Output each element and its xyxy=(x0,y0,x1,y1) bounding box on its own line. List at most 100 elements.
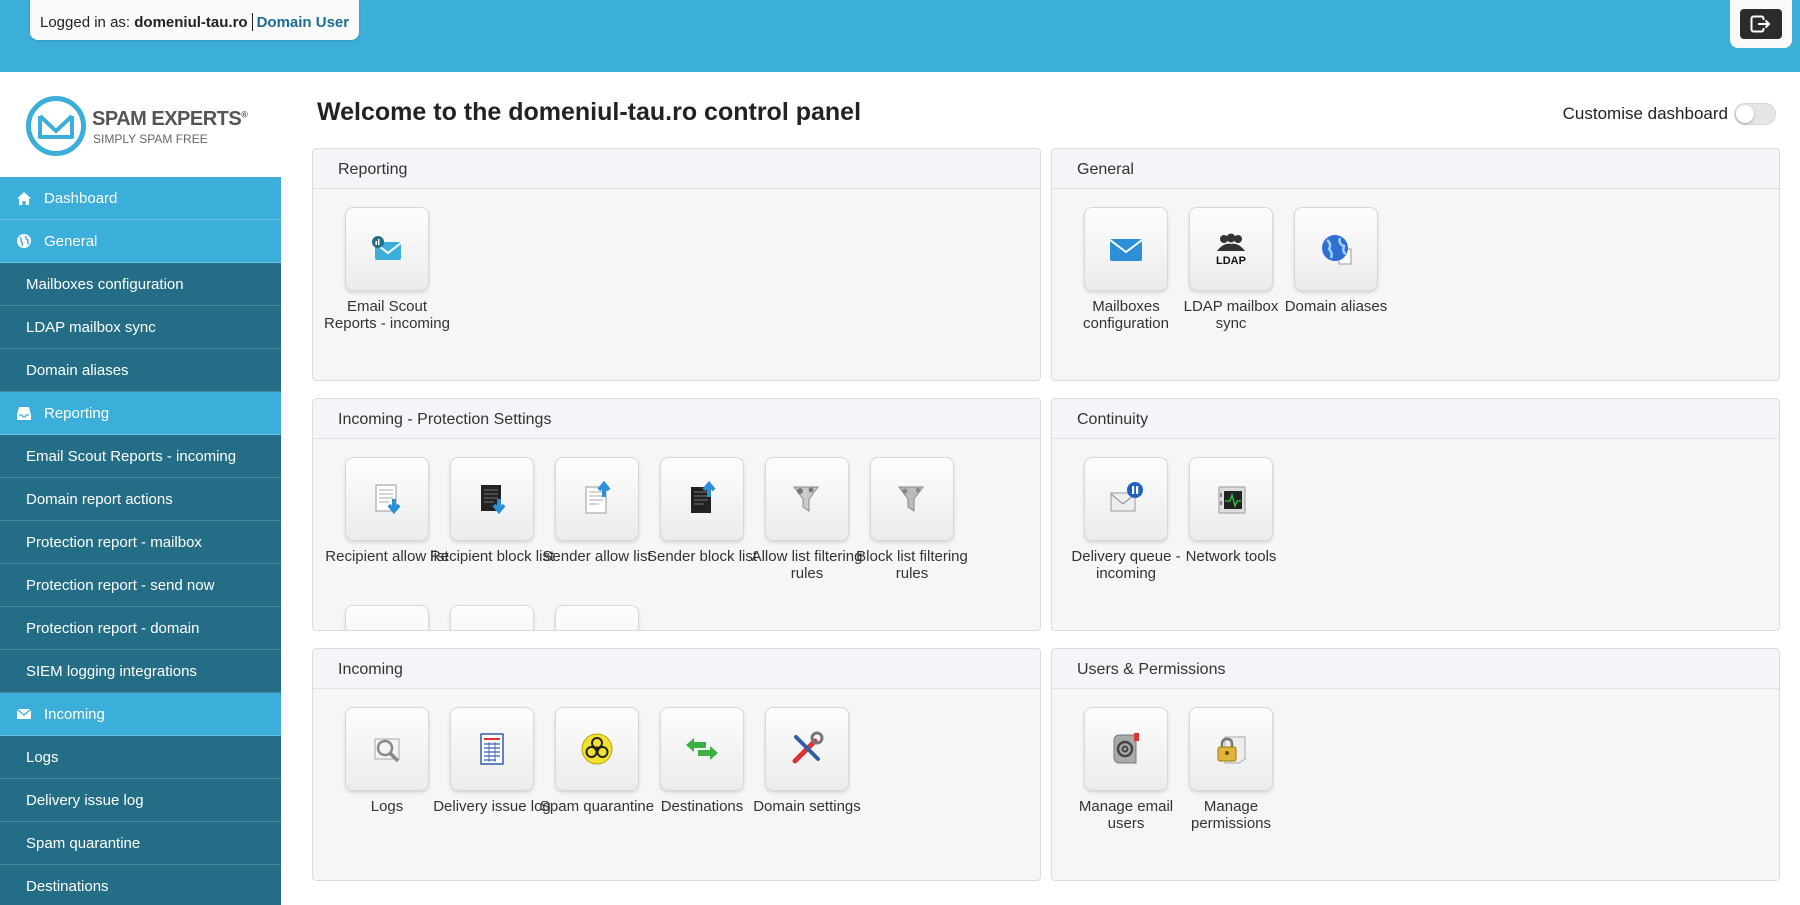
inbox-icon xyxy=(16,405,32,421)
sender-block-icon xyxy=(691,480,716,513)
tile-button[interactable] xyxy=(1294,207,1378,291)
tile-label: Email Scout Reports - incoming xyxy=(324,298,450,332)
sidebar-item-label: Protection report - domain xyxy=(26,619,200,637)
sidebar-item-incoming[interactable]: Incoming xyxy=(0,693,281,736)
logout-icon xyxy=(1750,15,1771,33)
tile-button[interactable] xyxy=(345,707,429,791)
sidebar-item-ldap-mailbox-sync[interactable]: LDAP mailbox sync xyxy=(0,306,281,349)
sidebar-item-label: SIEM logging integrations xyxy=(26,662,197,680)
panel-reporting: Reporting Email Scout Reports - incoming xyxy=(312,148,1041,381)
panel-users-permissions: Users & Permissions Manage email users M… xyxy=(1051,648,1780,881)
sidebar-item-delivery-issue-log[interactable]: Delivery issue log xyxy=(0,779,281,822)
sidebar-item-label: LDAP mailbox sync xyxy=(26,318,156,336)
tile-button[interactable] xyxy=(660,457,744,541)
panel-title: Users & Permissions xyxy=(1052,649,1779,689)
sidebar-item-protection-report-send-now[interactable]: Protection report - send now xyxy=(0,564,281,607)
tile-button[interactable] xyxy=(345,207,429,291)
sidebar-item-label: Delivery issue log xyxy=(26,791,144,809)
sidebar-item-label: Destinations xyxy=(26,877,109,895)
logged-in-prefix: Logged in as: xyxy=(40,14,131,31)
panel-title: Incoming - Protection Settings xyxy=(313,399,1040,439)
domain-settings-icon xyxy=(792,731,824,764)
panel-incoming: Incoming Logs Delivery issue log Spam qu… xyxy=(312,648,1041,881)
logo-circle xyxy=(26,96,86,156)
user-role-link[interactable]: Domain User xyxy=(257,14,350,31)
email-users-icon xyxy=(1113,733,1139,764)
sidebar-item-logs[interactable]: Logs xyxy=(0,736,281,779)
ldap-icon: LDAP xyxy=(1216,233,1246,267)
panel-title: General xyxy=(1052,149,1779,189)
delivery-queue-icon xyxy=(1110,482,1143,512)
sidebar-item-label: Mailboxes configuration xyxy=(26,275,184,293)
tile-button[interactable] xyxy=(1189,707,1273,791)
sidebar-item-label: Email Scout Reports - incoming xyxy=(26,447,237,465)
spam-experts-logo[interactable]: SPAM EXPERTS® SIMPLY SPAM FREE xyxy=(26,94,266,160)
biohazard-icon xyxy=(581,733,613,765)
permissions-lock-icon xyxy=(1217,736,1246,764)
panel-title: Continuity xyxy=(1052,399,1779,439)
sidebar-item-label: Protection report - mailbox xyxy=(26,533,202,551)
tile-button[interactable] xyxy=(660,707,744,791)
logo-brand: SPAM EXPERTS® xyxy=(92,108,248,130)
sidebar-item-protection-report-mailbox[interactable]: Protection report - mailbox xyxy=(0,521,281,564)
tile-button[interactable] xyxy=(555,605,639,630)
page-title: Welcome to the domeniul-tau.ro control p… xyxy=(317,98,862,126)
tile-button[interactable] xyxy=(870,457,954,541)
tile-button[interactable] xyxy=(1189,457,1273,541)
destinations-icon xyxy=(686,738,718,760)
panel-title: Incoming xyxy=(313,649,1040,689)
tile-button[interactable]: LDAP xyxy=(1189,207,1273,291)
sidebar-item-label: Protection report - send now xyxy=(26,576,215,594)
logout-button[interactable] xyxy=(1740,9,1782,39)
sidebar-item-email-scout-reports[interactable]: Email Scout Reports - incoming xyxy=(0,435,281,478)
tile-button[interactable] xyxy=(450,707,534,791)
sidebar-item-domain-aliases[interactable]: Domain aliases xyxy=(0,349,281,392)
sidebar-item-destinations[interactable]: Destinations xyxy=(0,865,281,905)
sidebar-item-general[interactable]: General xyxy=(0,220,281,263)
sidebar-item-spam-quarantine[interactable]: Spam quarantine xyxy=(0,822,281,865)
logo-tagline: SIMPLY SPAM FREE xyxy=(93,132,208,146)
login-info: Logged in as: domeniul-tau.ro Domain User xyxy=(30,0,360,40)
sidebar-nav: Dashboard General Mailboxes configuratio… xyxy=(0,177,281,905)
panel-protection-settings: Incoming - Protection Settings Recipient… xyxy=(312,398,1041,631)
sidebar: SPAM EXPERTS® SIMPLY SPAM FREE Dashboard… xyxy=(0,72,281,905)
tile-button[interactable] xyxy=(1084,207,1168,291)
tile-button[interactable] xyxy=(555,457,639,541)
globe-icon xyxy=(16,233,32,249)
svg-text:LDAP: LDAP xyxy=(1216,255,1246,267)
sidebar-item-label: Domain report actions xyxy=(26,490,173,508)
allow-filter-icon xyxy=(793,486,819,512)
sidebar-item-label: Reporting xyxy=(44,404,110,422)
sidebar-item-dashboard[interactable]: Dashboard xyxy=(0,177,281,220)
tile-button[interactable] xyxy=(555,707,639,791)
sidebar-item-siem-logging[interactable]: SIEM logging integrations xyxy=(0,650,281,693)
tile-label: Manage permissions xyxy=(1190,798,1272,832)
sidebar-item-reporting[interactable]: Reporting xyxy=(0,392,281,435)
tile-button[interactable] xyxy=(450,605,534,630)
top-bar: Logged in as: domeniul-tau.ro Domain User xyxy=(0,0,1800,72)
customise-toggle[interactable] xyxy=(1734,103,1776,125)
sidebar-item-label: General xyxy=(44,232,98,250)
tile-button[interactable] xyxy=(765,457,849,541)
logs-icon xyxy=(374,738,400,763)
tile-button[interactable] xyxy=(345,457,429,541)
separator xyxy=(251,13,253,31)
sidebar-item-domain-report-actions[interactable]: Domain report actions xyxy=(0,478,281,521)
sidebar-item-protection-report-domain[interactable]: Protection report - domain xyxy=(0,607,281,650)
panel-general: General Mailboxes configuration LDAP LDA… xyxy=(1051,148,1780,381)
tile-button[interactable] xyxy=(765,707,849,791)
globe-icon xyxy=(1322,235,1352,265)
sidebar-item-mailboxes-configuration[interactable]: Mailboxes configuration xyxy=(0,263,281,306)
tile-label: Block list filtering rules xyxy=(856,548,968,582)
panel-title: Reporting xyxy=(313,149,1040,189)
tile-button[interactable] xyxy=(345,605,429,630)
tile-button[interactable] xyxy=(1084,457,1168,541)
logout-container xyxy=(1730,0,1792,48)
tile-button[interactable] xyxy=(450,457,534,541)
sidebar-item-label: Incoming xyxy=(44,705,105,723)
sidebar-item-label: Dashboard xyxy=(44,189,118,207)
home-icon xyxy=(16,190,32,206)
customise-dashboard: Customise dashboard xyxy=(1563,103,1776,125)
tile-button[interactable] xyxy=(1084,707,1168,791)
customise-label: Customise dashboard xyxy=(1562,104,1728,123)
